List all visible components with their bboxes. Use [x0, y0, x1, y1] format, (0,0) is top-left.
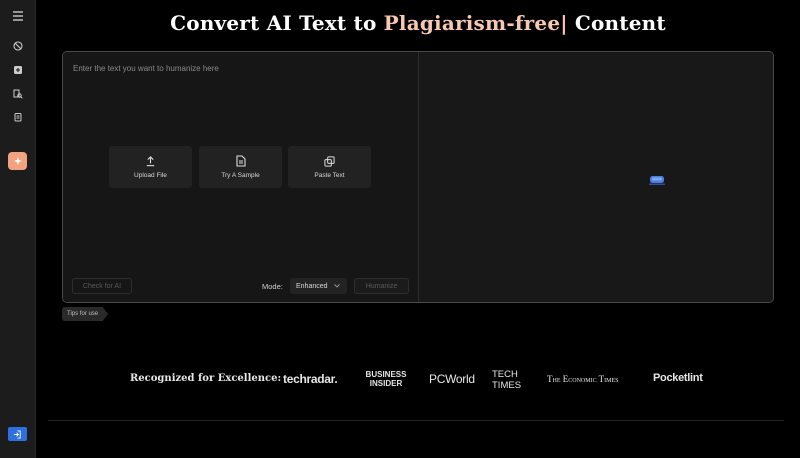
upload-file-button[interactable]: Upload File — [109, 146, 192, 188]
sidebar — [0, 0, 36, 458]
paste-text-label: Paste Text — [314, 171, 345, 179]
text-input-placeholder[interactable]: Enter the text you want to humanize here — [73, 64, 219, 73]
title-prefix: Convert AI Text to — [170, 11, 384, 35]
menu-icon[interactable] — [9, 7, 27, 25]
logo-pcworld: PCWorld — [429, 372, 475, 386]
upload-icon — [146, 155, 155, 166]
logo-techradar: techradar. — [283, 372, 338, 386]
mode-label: Mode: — [262, 282, 283, 291]
upload-file-label: Upload File — [134, 171, 167, 179]
document-icon — [235, 155, 246, 167]
recognition-heading: Recognized for Excellence: — [130, 373, 282, 384]
try-sample-button[interactable]: Try A Sample — [199, 146, 282, 188]
loading-icon — [649, 176, 665, 185]
title-highlight: Plagiarism-free| — [383, 11, 568, 35]
sparkle-icon[interactable] — [8, 152, 27, 170]
login-icon[interactable] — [8, 427, 27, 441]
search-doc-icon[interactable] — [9, 85, 27, 103]
chevron-down-icon — [333, 284, 340, 288]
check-for-ai-button[interactable]: Check for AI — [72, 278, 132, 294]
input-pane[interactable]: Enter the text you want to humanize here… — [63, 52, 419, 302]
try-sample-label: Try A Sample — [221, 172, 260, 179]
mode-value: Enhanced — [296, 282, 328, 290]
page-title: Convert AI Text to Plagiarism-free| Cont… — [36, 11, 800, 35]
copy-icon — [324, 155, 335, 167]
plus-square-icon[interactable] — [9, 61, 27, 79]
logo-economic-times: The Economic Times — [547, 374, 619, 384]
title-suffix: Content — [567, 11, 666, 35]
ban-icon[interactable] — [9, 37, 27, 55]
output-pane — [420, 52, 773, 302]
humanize-button[interactable]: Humanize — [354, 278, 409, 294]
clipboard-icon[interactable] — [9, 108, 27, 126]
logo-tech-times: TECH TIMES — [492, 369, 522, 391]
divider — [48, 420, 784, 421]
tips-for-use-tab[interactable]: Tips for use — [62, 307, 109, 321]
logo-pocketlint: Pocketlint — [653, 372, 703, 384]
humanizer-panel: Enter the text you want to humanize here… — [62, 51, 774, 303]
mode-select[interactable]: Enhanced — [290, 278, 347, 294]
logo-business-insider: BUSINESS INSIDER — [365, 370, 407, 388]
paste-text-button[interactable]: Paste Text — [288, 146, 371, 188]
